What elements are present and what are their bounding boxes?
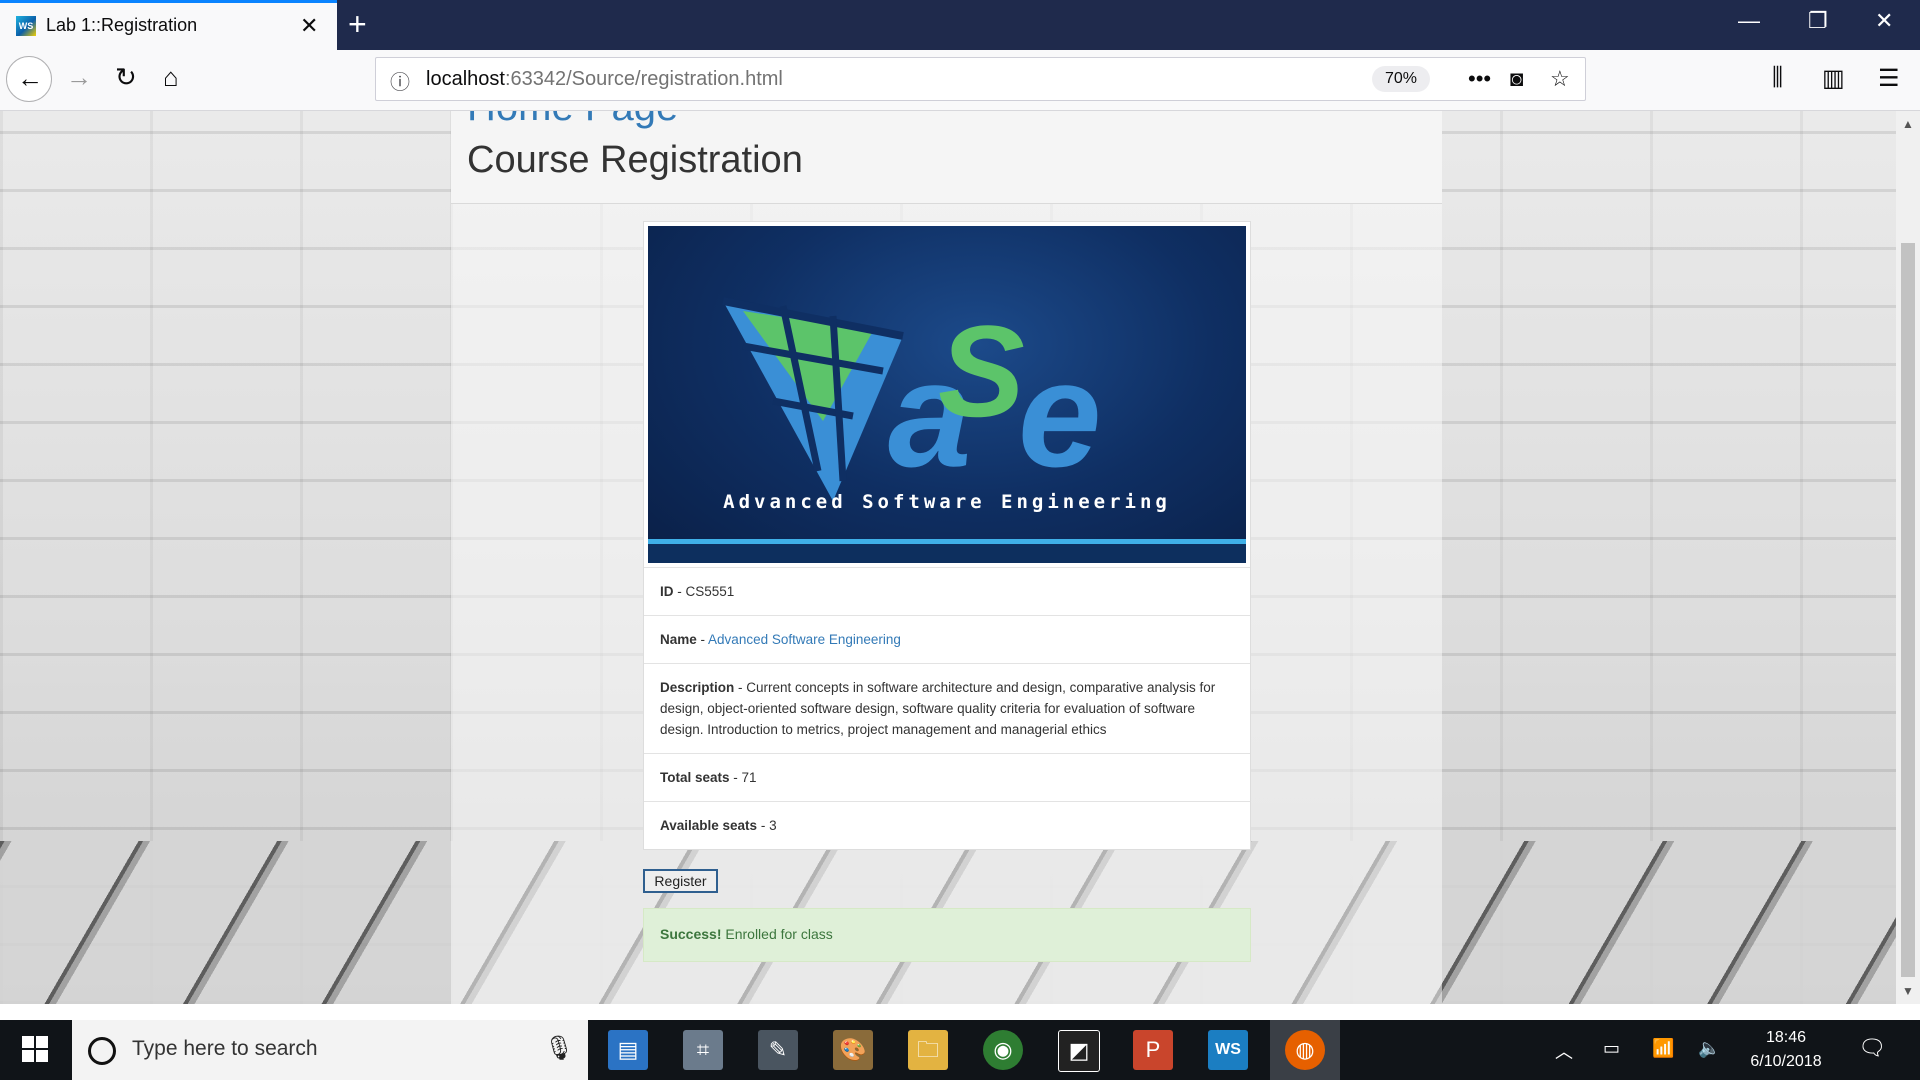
firefox-app-icon: ◍ bbox=[1285, 1030, 1325, 1070]
new-tab-plus-icon[interactable]: + bbox=[348, 6, 367, 43]
webstorm-favicon-icon: WS bbox=[16, 16, 36, 36]
tab-close-icon[interactable]: ✕ bbox=[300, 13, 318, 39]
description-value: Current concepts in software architectur… bbox=[660, 680, 1216, 737]
page-title: Course Registration bbox=[467, 139, 803, 181]
course-name-link[interactable]: Advanced Software Engineering bbox=[708, 632, 901, 647]
paint-app-icon[interactable]: ✎ bbox=[758, 1030, 798, 1070]
clock-time: 18:46 bbox=[1765, 1029, 1807, 1046]
id-label: ID bbox=[660, 584, 674, 599]
total-seats-row: Total seats - 71 bbox=[644, 753, 1250, 801]
search-placeholder: Type here to search bbox=[132, 1037, 318, 1060]
name-label: Name bbox=[660, 632, 697, 647]
alert-message: Enrolled for class bbox=[725, 926, 833, 942]
minimize-icon[interactable]: — bbox=[1738, 8, 1760, 34]
page-header: Home Page Course Registration bbox=[451, 111, 1442, 204]
id-value: CS5551 bbox=[685, 584, 735, 599]
pocket-icon[interactable]: ◙ bbox=[1510, 66, 1523, 92]
alert-strong: Success! bbox=[660, 926, 722, 942]
file-explorer-icon[interactable]: 🗀 bbox=[908, 1030, 948, 1070]
svg-text:S: S bbox=[938, 298, 1025, 444]
svg-text:e: e bbox=[1018, 330, 1101, 498]
scroll-up-arrow-icon[interactable]: ▲ bbox=[1902, 117, 1914, 131]
course-name-row: Name - Advanced Software Engineering bbox=[644, 615, 1250, 663]
total-seats-value: 71 bbox=[741, 770, 757, 785]
control-panel-app-icon[interactable]: ▤ bbox=[608, 1030, 648, 1070]
url-text[interactable]: localhost:63342/Source/registration.html bbox=[426, 68, 783, 91]
course-banner-image: a S e Advanced Software Engineering bbox=[648, 226, 1246, 563]
description-label: Description bbox=[660, 680, 735, 695]
navigation-toolbar: ← → ↻ ⌂ ⓘ localhost:63342/Source/registr… bbox=[0, 50, 1920, 111]
tab-title: Lab 1::Registration bbox=[46, 15, 198, 35]
network-app-icon[interactable]: ⌗ bbox=[683, 1030, 723, 1070]
show-hidden-icons-chevron-icon[interactable]: ︿ bbox=[1555, 1038, 1573, 1064]
chrome-browser-icon[interactable]: ◉ bbox=[983, 1030, 1023, 1070]
volume-icon[interactable]: 🔈 bbox=[1698, 1038, 1720, 1059]
content-panel: Home Page Course Registration bbox=[451, 111, 1442, 1004]
sticky-notes-icon[interactable]: ◩ bbox=[1058, 1030, 1100, 1072]
forward-arrow-icon[interactable]: → bbox=[66, 62, 92, 93]
sidebar-icon[interactable]: ▥ bbox=[1822, 64, 1845, 93]
tab-strip: WS Lab 1::Registration ✕ + — ❐ ✕ bbox=[0, 0, 1920, 50]
banner-caption: Advanced Software Engineering bbox=[723, 491, 1171, 513]
restore-icon[interactable]: ❐ bbox=[1808, 8, 1828, 34]
success-alert: Success! Enrolled for class bbox=[643, 908, 1251, 962]
reload-icon[interactable]: ↻ bbox=[115, 62, 137, 93]
url-path: :63342/Source/registration.html bbox=[504, 68, 783, 90]
windows-taskbar: Type here to search 🎙 ▤ ⌗ ✎ 🎨 🗀 ◉ ◩ P WS… bbox=[0, 1020, 1920, 1080]
start-windows-icon[interactable] bbox=[22, 1036, 48, 1062]
zoom-level-badge[interactable]: 70% bbox=[1372, 66, 1430, 92]
course-id-row: ID - CS5551 bbox=[644, 567, 1250, 615]
register-button[interactable]: Register bbox=[643, 869, 718, 893]
home-page-heading: Home Page bbox=[467, 111, 678, 130]
taskbar-search-box[interactable]: Type here to search 🎙 bbox=[72, 1020, 588, 1080]
wifi-icon[interactable]: 📶 bbox=[1652, 1038, 1674, 1059]
banner-stripe bbox=[648, 539, 1246, 563]
page-viewport: Home Page Course Registration bbox=[0, 111, 1896, 1004]
microphone-icon[interactable]: 🎙 bbox=[544, 1034, 574, 1063]
vertical-scrollbar[interactable]: ▲ ▼ bbox=[1896, 111, 1920, 1004]
library-icon[interactable]: ⫼ bbox=[1772, 64, 1783, 92]
bookmark-star-icon[interactable]: ☆ bbox=[1550, 66, 1570, 92]
webstorm-app-icon[interactable]: WS bbox=[1208, 1030, 1248, 1070]
battery-icon[interactable]: ▭ bbox=[1603, 1038, 1620, 1059]
available-seats-row: Available seats - 3 bbox=[644, 801, 1250, 849]
scroll-thumb[interactable] bbox=[1901, 243, 1915, 977]
available-seats-value: 3 bbox=[769, 818, 777, 833]
tab-registration[interactable]: WS Lab 1::Registration ✕ bbox=[0, 0, 337, 50]
course-description-row: Description - Current concepts in softwa… bbox=[644, 663, 1250, 753]
course-card: a S e Advanced Software Engineering ID -… bbox=[643, 221, 1251, 850]
system-clock[interactable]: 18:46 6/10/2018 bbox=[1736, 1026, 1836, 1074]
scroll-down-arrow-icon[interactable]: ▼ bbox=[1902, 984, 1914, 998]
home-icon[interactable]: ⌂ bbox=[163, 62, 179, 93]
back-arrow-icon: ← bbox=[17, 63, 43, 93]
page-actions-icon[interactable]: ••• bbox=[1468, 66, 1491, 92]
palette-app-icon[interactable]: 🎨 bbox=[833, 1030, 873, 1070]
url-host: localhost bbox=[426, 68, 505, 90]
cortana-circle-icon bbox=[88, 1037, 116, 1065]
back-button[interactable]: ← bbox=[6, 56, 52, 102]
powerpoint-icon[interactable]: P bbox=[1133, 1030, 1173, 1070]
site-info-icon[interactable]: ⓘ bbox=[390, 66, 410, 95]
available-seats-label: Available seats bbox=[660, 818, 758, 833]
address-bar[interactable]: ⓘ localhost:63342/Source/registration.ht… bbox=[375, 57, 1586, 101]
menu-hamburger-icon[interactable]: ☰ bbox=[1878, 64, 1900, 93]
total-seats-label: Total seats bbox=[660, 770, 730, 785]
clock-date: 6/10/2018 bbox=[1750, 1053, 1822, 1070]
window-close-icon[interactable]: ✕ bbox=[1875, 8, 1893, 34]
action-center-icon[interactable]: 🗨 bbox=[1858, 1035, 1886, 1061]
firefox-taskbar-active[interactable]: ◍ bbox=[1270, 1020, 1340, 1080]
